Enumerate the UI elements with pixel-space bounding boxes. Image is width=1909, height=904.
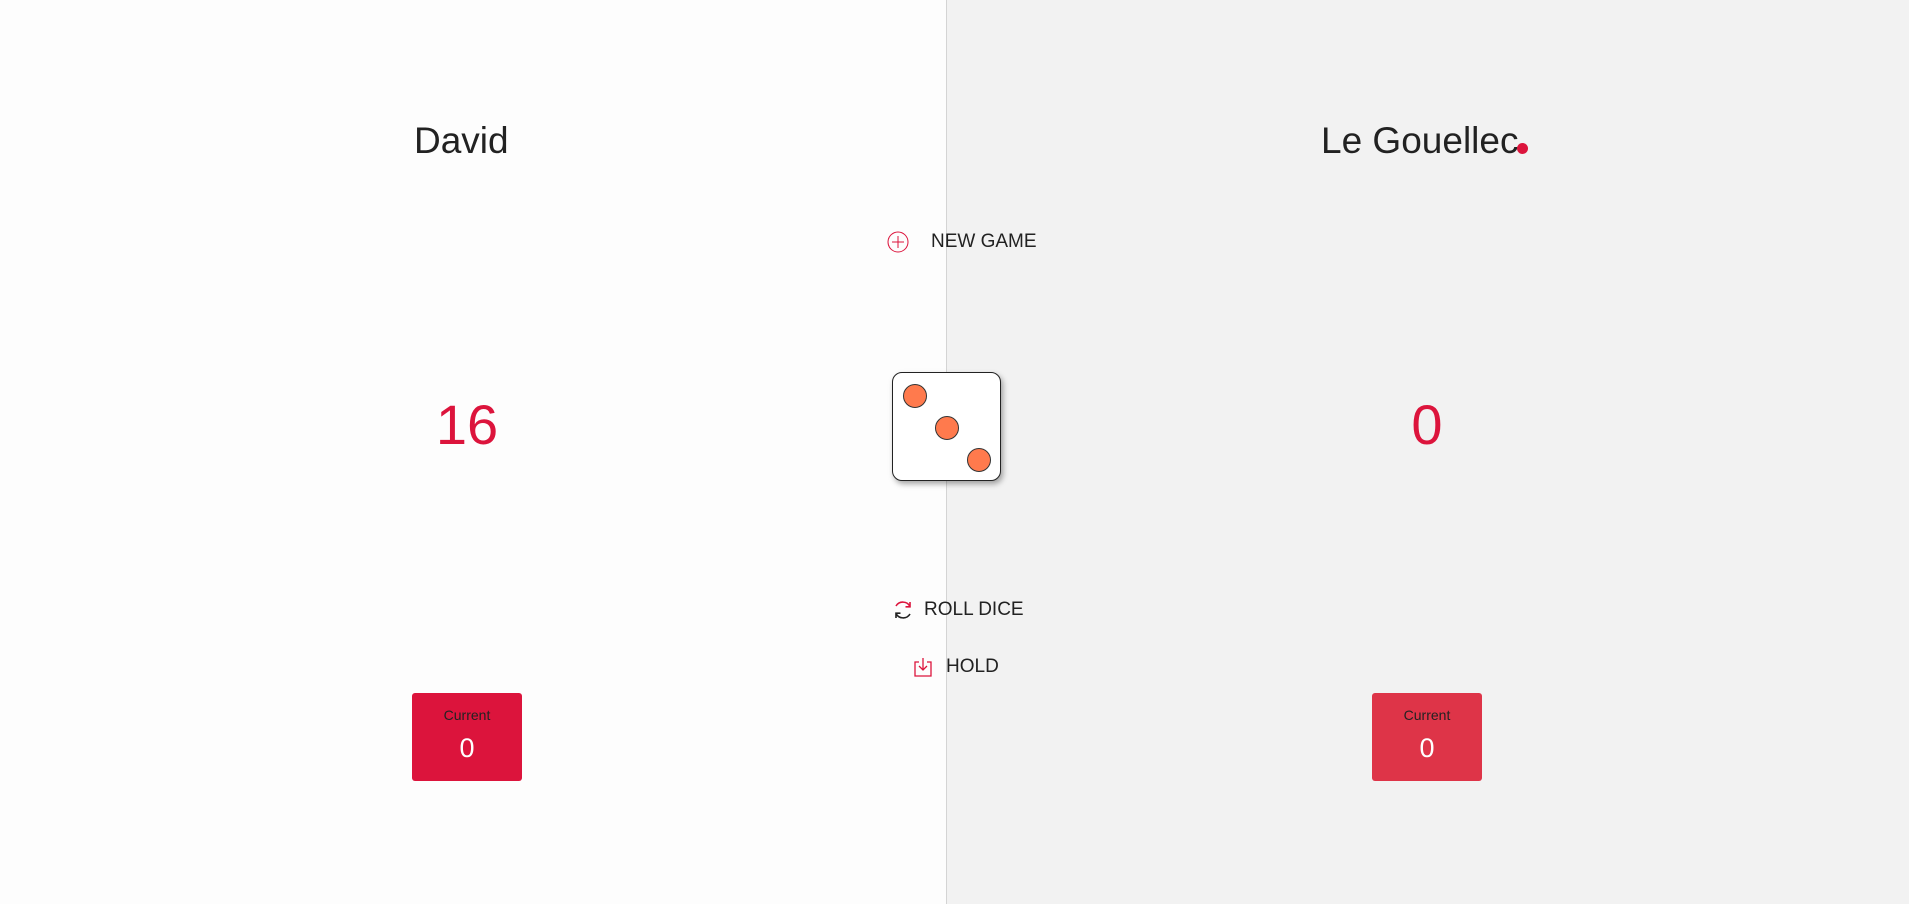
dice-pip — [967, 448, 991, 472]
player-1-score: 16 — [435, 393, 499, 456]
player-2-name: Le Gouellec — [1321, 120, 1519, 161]
player-1-name: David — [414, 120, 509, 161]
player-2-current-box: Current 0 — [1372, 693, 1482, 781]
roll-dice-button[interactable]: ROLL DICE — [890, 597, 1024, 623]
player-2-score: 0 — [1411, 393, 1443, 456]
plus-circle-icon — [885, 229, 911, 255]
hold-button[interactable]: HOLD — [910, 654, 999, 680]
download-icon — [910, 654, 936, 680]
refresh-icon — [890, 597, 916, 623]
player-2-current-label: Current — [1403, 707, 1451, 723]
player-2-current-value: 0 — [1419, 733, 1435, 763]
player-1-current-label: Current — [443, 707, 491, 723]
hold-label: HOLD — [946, 656, 999, 677]
player-1-current-value: 0 — [459, 733, 475, 763]
roll-dice-label: ROLL DICE — [924, 599, 1024, 620]
dice-pip — [935, 416, 959, 440]
player-1-current-box: Current 0 — [412, 693, 522, 781]
new-game-button[interactable]: NEW GAME — [885, 229, 1037, 255]
game-board: David Le Gouellec 16 0 NEW GAME ROLL DIC… — [0, 0, 1909, 904]
dice — [892, 372, 1001, 481]
dice-pip — [903, 384, 927, 408]
active-player-indicator — [1517, 143, 1528, 154]
new-game-label: NEW GAME — [931, 231, 1037, 252]
